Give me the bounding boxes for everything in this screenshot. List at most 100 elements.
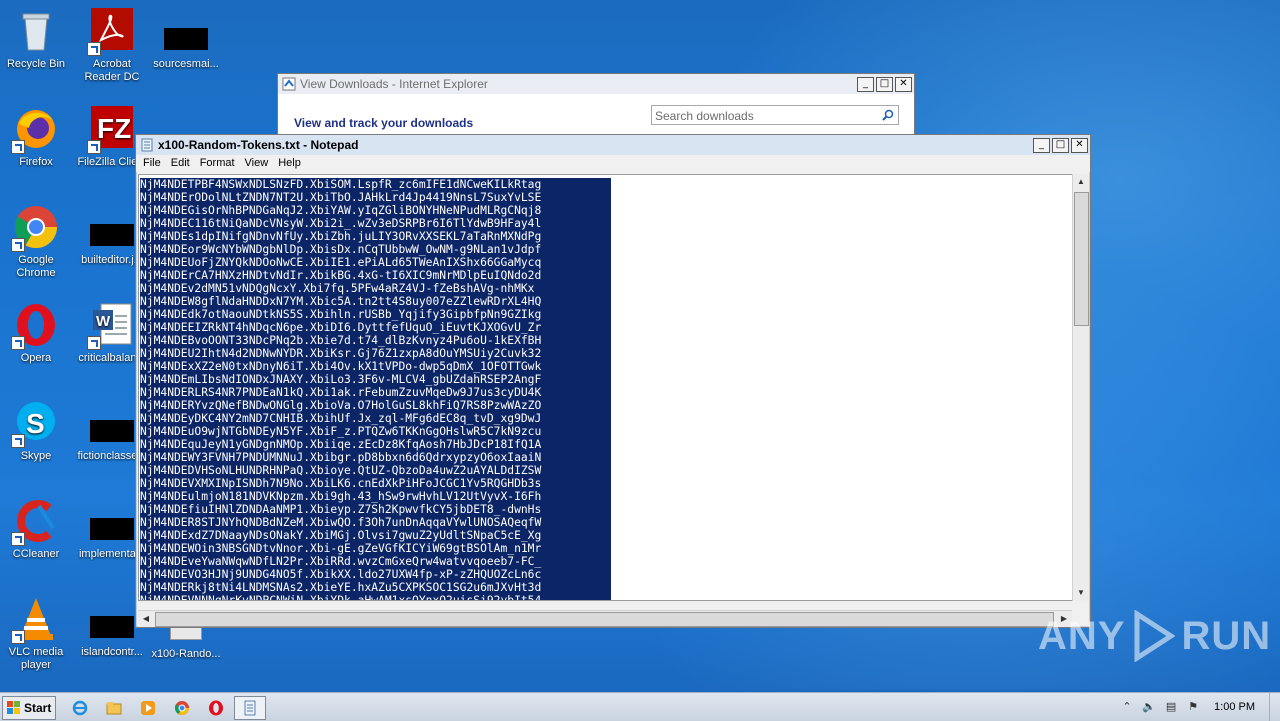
media-player-icon bbox=[141, 701, 155, 715]
desktop-icon-label: CCleaner bbox=[12, 548, 60, 560]
skype-icon: S bbox=[11, 400, 59, 448]
chrome-icon bbox=[11, 204, 59, 252]
text-line: NjM4NDEWY3FVNH7PNDUMNNuJ.Xbibgr.pD8bbxn6… bbox=[140, 451, 611, 464]
maximize-button[interactable]: □ bbox=[876, 76, 893, 92]
volume-icon[interactable]: 🔈 bbox=[1140, 699, 1158, 715]
desktop-icon-firefox[interactable]: Firefox bbox=[0, 106, 72, 169]
network-icon[interactable]: ▤ bbox=[1162, 699, 1180, 715]
desktop-icon-label: Skype bbox=[20, 450, 52, 462]
text-line: NjM4NDEEIZRkNT4hNDqcN6pe.XbiDI6.DyttfefU… bbox=[140, 321, 611, 334]
horizontal-scroll-thumb[interactable] bbox=[155, 612, 1054, 627]
text-line: NjM4NDEv2dMN51vNDQgNcxY.Xbi7fq.5PFw4aRZ4… bbox=[140, 282, 611, 295]
desktop-icon-opera[interactable]: Opera bbox=[0, 302, 72, 365]
desktop-icon-skype[interactable]: S Skype bbox=[0, 400, 72, 463]
ie-titlebar[interactable]: View Downloads - Internet Explorer _ □ ✕ bbox=[278, 74, 914, 94]
text-line: NjM4NDEC116tNiQaNDcVNsyW.Xbi2i_.wZv3eDSR… bbox=[140, 217, 611, 230]
acrobat-icon bbox=[87, 8, 135, 56]
text-line: NjM4NDEor9WcNYbWNDgbNlDp.XbisDx.nCqTUbbw… bbox=[140, 243, 611, 256]
show-hidden-icons-icon[interactable]: ⌃ bbox=[1118, 699, 1136, 715]
text-line: NjM4NDEVO3HJNj9UNDG4NO5f.XbikXX.ldo27UXW… bbox=[140, 568, 611, 581]
word-document-icon: W bbox=[87, 302, 135, 350]
show-desktop-button[interactable] bbox=[1269, 693, 1280, 721]
recycle-bin-icon bbox=[13, 8, 59, 54]
shortcut-arrow-icon bbox=[11, 434, 25, 448]
shortcut-arrow-icon bbox=[11, 238, 25, 252]
svg-text:W: W bbox=[96, 313, 111, 330]
search-downloads-input[interactable]: Search downloads bbox=[651, 105, 899, 125]
vertical-scrollbar[interactable]: ▲ ▼ bbox=[1072, 174, 1089, 601]
notepad-text-area[interactable]: NjM4NDETPBF4NSWxNDLSNzFD.XbiSOM.LspfR_zc… bbox=[138, 174, 1074, 601]
text-line: NjM4NDEdk7otNaouNDtkNS5S.Xbihln.rUSBb_Yq… bbox=[140, 308, 611, 321]
text-line: NjM4NDEWOin3NBSGNDtvNnor.Xbi-gE.gZeVGfKI… bbox=[140, 542, 611, 555]
text-line: NjM4NDER8STJNYhQNDBdNZeM.XbiwQO.f3Oh7unD… bbox=[140, 516, 611, 529]
menu-edit[interactable]: Edit bbox=[166, 155, 195, 172]
horizontal-scrollbar[interactable]: ◀ ▶ bbox=[138, 610, 1072, 627]
redacted-file-icon bbox=[164, 28, 208, 50]
minimize-button[interactable]: _ bbox=[857, 76, 874, 92]
search-placeholder: Search downloads bbox=[655, 109, 754, 123]
play-logo-icon bbox=[1134, 610, 1176, 662]
action-center-flag-icon[interactable]: ⚑ bbox=[1184, 699, 1202, 715]
redacted-file-icon bbox=[90, 420, 134, 442]
desktop-icon-recycle-bin[interactable]: Recycle Bin bbox=[0, 8, 72, 71]
shortcut-arrow-icon bbox=[87, 336, 101, 350]
desktop-icon-vlc[interactable]: VLC media player bbox=[0, 596, 72, 672]
scroll-down-icon[interactable]: ▼ bbox=[1073, 585, 1089, 601]
text-line: NjM4NDEyDKC4NY2mND7CNHIB.XbihUf.Jx_zql-M… bbox=[140, 412, 611, 425]
taskbar-clock[interactable]: 1:00 PM bbox=[1214, 701, 1255, 713]
taskbar-media-player-button[interactable] bbox=[132, 696, 164, 720]
text-line: NjM4NDEveYwaNWqwNDfLN2Pr.XbiRRd.wvzCmGxe… bbox=[140, 555, 611, 568]
maximize-button[interactable]: □ bbox=[1052, 137, 1069, 153]
desktop-icon-ccleaner[interactable]: CCleaner bbox=[0, 498, 72, 561]
text-line: NjM4NDERYvzQNefBNDwONGlg.XbioVa.O7HolGuS… bbox=[140, 399, 611, 412]
desktop-icon-label: Recycle Bin bbox=[6, 58, 66, 70]
shortcut-arrow-icon bbox=[11, 630, 25, 644]
shortcut-arrow-icon bbox=[11, 140, 25, 154]
text-line: NjM4NDEVNNNqNrKvNDPCNWiN.XbiYDk.aHwAM1xs… bbox=[140, 594, 611, 600]
svg-text:FZ: FZ bbox=[97, 113, 131, 144]
scroll-up-icon[interactable]: ▲ bbox=[1073, 174, 1089, 190]
notepad-titlebar[interactable]: x100-Random-Tokens.txt - Notepad _ □ ✕ bbox=[136, 135, 1090, 155]
taskbar-ie-button[interactable] bbox=[64, 696, 96, 720]
text-line: NjM4NDEVXMXINpISNDh7N9No.XbiLK6.cnEdXkPi… bbox=[140, 477, 611, 490]
text-line: NjM4NDEBvoOONT33NDcPNq2b.Xbie7d.t74_dlBz… bbox=[140, 334, 611, 347]
text-line: NjM4NDEW8gflNdaHNDDxN7YM.Xbic5A.tn2tt4S8… bbox=[140, 295, 611, 308]
redacted-file-icon bbox=[90, 224, 134, 246]
desktop-icon-label: Opera bbox=[20, 352, 52, 364]
svg-text:S: S bbox=[26, 408, 45, 439]
scroll-left-icon[interactable]: ◀ bbox=[138, 611, 154, 627]
anyrun-watermark: ANY RUN bbox=[1038, 610, 1271, 662]
vertical-scroll-thumb[interactable] bbox=[1074, 192, 1089, 326]
text-line: NjM4NDEs1dpINifgNDnvNfUy.XbiZbh.juLIY3OR… bbox=[140, 230, 611, 243]
notepad-menubar: File Edit Format View Help bbox=[136, 155, 1090, 172]
desktop-icon-label: islandcontr... bbox=[81, 646, 143, 658]
notepad-window[interactable]: x100-Random-Tokens.txt - Notepad _ □ ✕ F… bbox=[135, 134, 1091, 628]
close-button[interactable]: ✕ bbox=[1071, 137, 1088, 153]
menu-file[interactable]: File bbox=[138, 155, 166, 172]
vlc-icon bbox=[11, 596, 59, 644]
desktop-icon-sourcesmai[interactable]: sourcesmai... bbox=[150, 28, 222, 71]
ccleaner-icon bbox=[11, 498, 59, 546]
menu-format[interactable]: Format bbox=[195, 155, 240, 172]
text-line: NjM4NDEmLIbsNdIONDxJNAXY.XbiLo3.3F6v-MLC… bbox=[140, 373, 611, 386]
search-icon[interactable] bbox=[882, 109, 894, 121]
folder-icon bbox=[106, 702, 122, 715]
start-button[interactable]: Start bbox=[2, 696, 56, 720]
minimize-button[interactable]: _ bbox=[1033, 137, 1050, 153]
taskbar-explorer-button[interactable] bbox=[98, 696, 130, 720]
text-line: NjM4NDERLRS4NR7PNDEaN1kQ.Xbi1ak.rFebumZz… bbox=[140, 386, 611, 399]
start-label: Start bbox=[24, 701, 52, 715]
taskbar-chrome-button[interactable] bbox=[166, 696, 198, 720]
notepad-icon bbox=[244, 700, 256, 716]
desktop-icon-label: x100-Rando... bbox=[151, 648, 221, 660]
shortcut-arrow-icon bbox=[11, 336, 25, 350]
text-line: NjM4NDERkj8tNi4LNDMSNAs2.XbieYE.hxAZu5CX… bbox=[140, 581, 611, 594]
desktop-icon-acrobat[interactable]: Acrobat Reader DC bbox=[76, 8, 148, 84]
menu-help[interactable]: Help bbox=[273, 155, 306, 172]
desktop-icon-chrome[interactable]: Google Chrome bbox=[0, 204, 72, 280]
taskbar-opera-button[interactable] bbox=[200, 696, 232, 720]
redacted-file-icon bbox=[90, 518, 134, 540]
taskbar-notepad-button[interactable] bbox=[234, 696, 266, 720]
close-button[interactable]: ✕ bbox=[895, 76, 912, 92]
menu-view[interactable]: View bbox=[240, 155, 274, 172]
